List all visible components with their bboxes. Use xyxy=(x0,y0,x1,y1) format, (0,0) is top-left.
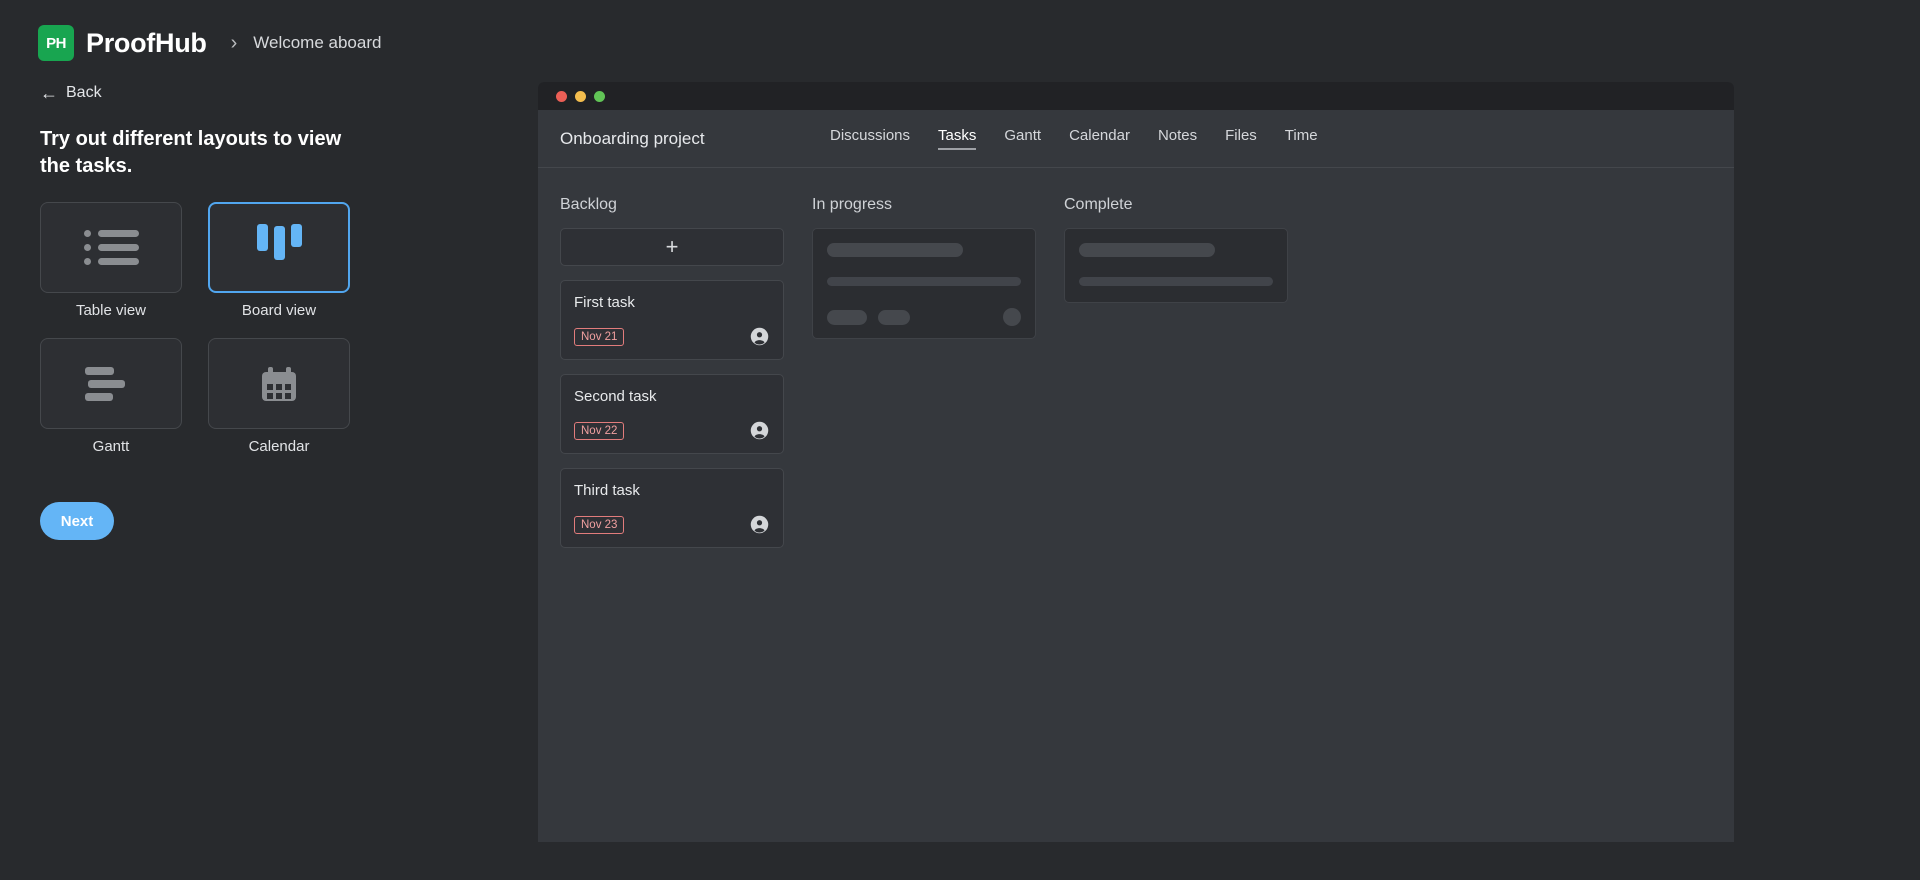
mock-window-titlebar xyxy=(538,82,1734,110)
chevron-right-icon: › xyxy=(230,32,238,54)
task-title: First task xyxy=(574,294,635,311)
task-card[interactable]: First task Nov 21 xyxy=(560,280,784,360)
project-tabs: Discussions Tasks Gantt Calendar Notes F… xyxy=(830,127,1318,150)
task-due-badge: Nov 23 xyxy=(574,515,625,534)
window-minimize-icon[interactable] xyxy=(575,90,586,102)
placeholder-tag xyxy=(878,309,910,325)
user-avatar-icon[interactable] xyxy=(749,326,770,347)
page-title: Try out different layouts to view the ta… xyxy=(40,128,342,177)
task-title: Second task xyxy=(574,388,657,405)
placeholder-title-bar xyxy=(1079,243,1215,257)
layout-option-table-view-box[interactable] xyxy=(40,202,182,293)
brand-name: ProofHub xyxy=(86,27,207,58)
mock-browser-window: Onboarding project Discussions Tasks Gan… xyxy=(538,82,1734,842)
tab-files[interactable]: Files xyxy=(1225,127,1257,150)
back-button[interactable]: ← Back xyxy=(40,84,102,102)
board-column-in-progress: In progress xyxy=(812,196,1036,562)
preview-pane: Onboarding project Discussions Tasks Gan… xyxy=(440,62,1920,880)
layout-option-grid: Table view Board view Gantt Calendar xyxy=(40,202,352,474)
column-title: Complete xyxy=(1064,196,1133,213)
next-button[interactable]: Next xyxy=(40,502,114,540)
layout-option-label: Table view xyxy=(75,302,147,319)
arrow-left-icon: ← xyxy=(40,83,58,103)
add-task-button[interactable]: + xyxy=(560,228,784,266)
placeholder-title-bar xyxy=(827,243,963,257)
placeholder-task-card xyxy=(812,228,1036,339)
back-button-label: Back xyxy=(66,84,102,101)
task-card[interactable]: Third task Nov 23 xyxy=(560,468,784,548)
placeholder-tag xyxy=(827,309,867,325)
top-brand-bar: PH ProofHub › Welcome aboard xyxy=(0,0,1920,62)
placeholder-line-bar xyxy=(1079,277,1273,286)
layout-option-label: Board view xyxy=(241,302,317,319)
task-title: Third task xyxy=(574,482,640,499)
layout-chooser-pane: ← Back Try out different layouts to view… xyxy=(0,62,440,880)
placeholder-footer xyxy=(827,308,1021,326)
board-column-complete: Complete xyxy=(1064,196,1288,562)
layout-option-board-view-box[interactable] xyxy=(208,202,350,293)
layout-option-board-view[interactable]: Board view xyxy=(208,202,350,319)
tab-tasks[interactable]: Tasks xyxy=(938,127,977,150)
tab-time[interactable]: Time xyxy=(1285,127,1318,150)
window-close-icon[interactable] xyxy=(556,90,567,102)
tab-discussions[interactable]: Discussions xyxy=(830,127,910,150)
task-footer: Nov 22 xyxy=(574,420,770,441)
proofhub-logo-icon: PH xyxy=(38,25,74,61)
calendar-icon xyxy=(262,366,296,401)
tab-notes[interactable]: Notes xyxy=(1158,127,1197,150)
tab-calendar[interactable]: Calendar xyxy=(1069,127,1130,150)
layout-option-label: Calendar xyxy=(248,438,310,455)
layout-option-gantt-box[interactable] xyxy=(40,338,182,429)
placeholder-task-card xyxy=(1064,228,1288,303)
user-avatar-icon[interactable] xyxy=(749,514,770,535)
task-footer: Nov 21 xyxy=(574,326,770,347)
project-title: Onboarding project xyxy=(560,128,705,148)
column-title: Backlog xyxy=(560,196,617,213)
tab-gantt[interactable]: Gantt xyxy=(1004,127,1041,150)
user-avatar-icon[interactable] xyxy=(749,420,770,441)
task-due-badge: Nov 21 xyxy=(574,327,625,346)
layout-option-calendar-box[interactable] xyxy=(208,338,350,429)
task-footer: Nov 23 xyxy=(574,514,770,535)
breadcrumb-current: Welcome aboard xyxy=(253,33,382,52)
board-column-backlog: Backlog + First task Nov 21 Second task … xyxy=(560,196,784,562)
layout-option-table-view[interactable]: Table view xyxy=(40,202,182,319)
placeholder-avatar-icon xyxy=(1003,308,1021,326)
kanban-board-icon xyxy=(256,223,302,272)
page-body: ← Back Try out different layouts to view… xyxy=(0,62,1920,880)
column-title: In progress xyxy=(812,196,893,213)
layout-option-label: Gantt xyxy=(92,438,130,455)
list-icon xyxy=(83,230,139,265)
task-due-badge: Nov 22 xyxy=(574,421,625,440)
gantt-bars-icon xyxy=(85,366,137,401)
layout-option-gantt[interactable]: Gantt xyxy=(40,338,182,455)
task-card[interactable]: Second task Nov 22 xyxy=(560,374,784,454)
layout-option-calendar[interactable]: Calendar xyxy=(208,338,350,455)
project-app-bar: Onboarding project Discussions Tasks Gan… xyxy=(538,110,1734,168)
window-maximize-icon[interactable] xyxy=(594,90,605,102)
placeholder-line-bar xyxy=(827,277,1021,286)
kanban-board: Backlog + First task Nov 21 Second task … xyxy=(538,168,1734,562)
